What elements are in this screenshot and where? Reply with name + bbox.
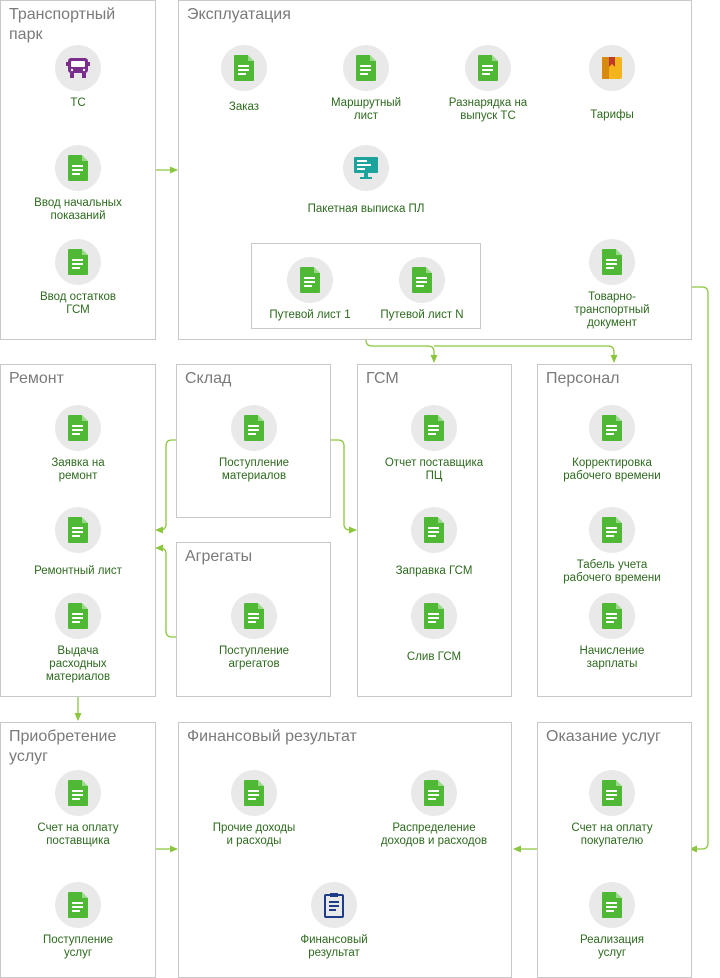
node-services-receipt[interactable]: Поступление услуг xyxy=(18,882,138,960)
node-sales[interactable]: Реализация услуг xyxy=(552,882,672,960)
node-waybill-n[interactable]: Путевой лист N xyxy=(362,257,482,322)
document-icon xyxy=(55,507,101,553)
node-aggregates-receipt[interactable]: Поступление агрегатов xyxy=(194,593,314,671)
panel-title-transport-park: Транспортный парк xyxy=(9,6,116,43)
panel-title-personnel: Персонал xyxy=(546,370,620,387)
node-label: Путевой лист N xyxy=(380,309,464,321)
node-supplier-invoice[interactable]: Счет на оплату поставщика xyxy=(18,770,138,848)
node-waybill-1[interactable]: Путевой лист 1 xyxy=(250,257,370,322)
node-initial-readings[interactable]: Ввод начальных показаний xyxy=(18,145,138,223)
document-icon xyxy=(55,593,101,639)
node-label: Заявка на ремонт xyxy=(51,457,105,482)
node-repair-sheet[interactable]: Ремонтный лист xyxy=(18,507,138,578)
node-pc-supplier-report[interactable]: Отчет поставщика ПЦ xyxy=(374,405,494,483)
node-label: Маршрутный лист xyxy=(330,97,402,122)
node-label: Финансовый результат xyxy=(300,934,368,959)
document-icon xyxy=(411,507,457,553)
node-label: Начисление зарплаты xyxy=(579,645,645,670)
node-tariffs[interactable]: Тарифы xyxy=(552,45,672,122)
node-label: Ввод остатков ГСМ xyxy=(39,291,117,316)
node-consignment-note[interactable]: Товарно- транспортный документ xyxy=(552,239,672,330)
node-label: Товарно- транспортный документ xyxy=(574,291,650,329)
document-icon xyxy=(589,239,635,285)
node-label: Тарифы xyxy=(590,109,634,121)
document-icon xyxy=(55,239,101,285)
document-icon xyxy=(589,405,635,451)
node-label: Заправка ГСМ xyxy=(395,565,473,577)
node-label: Ввод начальных показаний xyxy=(34,197,122,222)
node-label: ТС xyxy=(70,97,86,109)
node-other-income[interactable]: Прочие доходы и расходы xyxy=(194,770,314,848)
node-batch-issue[interactable]: Пакетная выписка ПЛ xyxy=(306,145,426,216)
document-icon xyxy=(55,405,101,451)
node-label: Реализация услуг xyxy=(580,934,644,959)
node-label: Пакетная выписка ПЛ xyxy=(307,203,425,215)
panel-title-providing-services: Оказание услуг xyxy=(546,728,661,745)
node-label: Счет на оплату покупателю xyxy=(571,822,653,847)
node-label: Выдача расходных материалов xyxy=(45,645,111,683)
truck-icon xyxy=(55,45,101,91)
node-label: Поступление услуг xyxy=(42,934,114,959)
panel-title-exploitation: Эксплуатация xyxy=(187,6,291,23)
document-icon xyxy=(411,593,457,639)
node-label: Распределение доходов и расходов xyxy=(380,822,488,847)
node-dispatch-order[interactable]: Разнарядка на выпуск ТС xyxy=(428,45,548,123)
document-icon xyxy=(589,770,635,816)
node-label: Заказ xyxy=(228,101,260,113)
node-label: Поступление агрегатов xyxy=(218,645,290,670)
document-icon xyxy=(589,593,635,639)
document-icon xyxy=(231,593,277,639)
node-timesheet[interactable]: Табель учета рабочего времени xyxy=(552,507,672,585)
clipboard-icon xyxy=(311,882,357,928)
node-label: Ремонтный лист xyxy=(34,565,122,577)
document-icon xyxy=(589,507,635,553)
node-label: Поступление материалов xyxy=(218,457,290,482)
document-icon xyxy=(343,45,389,91)
node-label: Корректировка рабочего времени xyxy=(563,457,661,482)
panel-title-aggregates: Агрегаты xyxy=(185,548,253,565)
node-route-sheet[interactable]: Маршрутный лист xyxy=(306,45,426,123)
node-payroll[interactable]: Начисление зарплаты xyxy=(552,593,672,671)
document-icon xyxy=(465,45,511,91)
node-fuel-drain[interactable]: Слив ГСМ xyxy=(374,593,494,664)
document-icon xyxy=(231,770,277,816)
node-label: Слив ГСМ xyxy=(406,651,462,663)
node-order[interactable]: Заказ xyxy=(184,45,304,114)
book-icon xyxy=(589,45,635,91)
document-icon xyxy=(55,145,101,191)
node-materials-receipt[interactable]: Поступление материалов xyxy=(194,405,314,483)
document-icon xyxy=(411,405,457,451)
node-repair-request[interactable]: Заявка на ремонт xyxy=(18,405,138,483)
node-customer-invoice[interactable]: Счет на оплату покупателю xyxy=(552,770,672,848)
node-label: Разнарядка на выпуск ТС xyxy=(448,97,528,122)
node-label: Отчет поставщика ПЦ xyxy=(384,457,484,482)
node-financial-result[interactable]: Финансовый результат xyxy=(274,882,394,960)
panel-title-purchase-services: Приобретение услуг xyxy=(9,728,117,765)
panel-title-fuel: ГСМ xyxy=(366,370,399,387)
node-fuel-refill[interactable]: Заправка ГСМ xyxy=(374,507,494,578)
node-materials-issue[interactable]: Выдача расходных материалов xyxy=(18,593,138,684)
document-icon xyxy=(55,770,101,816)
node-income-distribution[interactable]: Распределение доходов и расходов xyxy=(374,770,494,848)
document-icon xyxy=(221,45,267,91)
document-icon xyxy=(589,882,635,928)
panel-title-financial-result: Финансовый результат xyxy=(187,728,357,745)
node-worktime-adjust[interactable]: Корректировка рабочего времени xyxy=(552,405,672,483)
document-icon xyxy=(231,405,277,451)
node-label: Прочие доходы и расходы xyxy=(212,822,296,847)
node-fuel-balances[interactable]: Ввод остатков ГСМ xyxy=(18,239,138,317)
node-vehicles[interactable]: ТС xyxy=(18,45,138,110)
node-label: Табель учета рабочего времени xyxy=(563,559,661,584)
document-icon xyxy=(55,882,101,928)
monitor-icon xyxy=(343,145,389,191)
document-icon xyxy=(411,770,457,816)
node-label: Счет на оплату поставщика xyxy=(37,822,119,847)
panel-title-repair: Ремонт xyxy=(9,370,64,387)
node-label: Путевой лист 1 xyxy=(269,309,351,321)
document-icon xyxy=(287,257,333,303)
document-icon xyxy=(399,257,445,303)
panel-title-warehouse: Склад xyxy=(185,370,232,387)
